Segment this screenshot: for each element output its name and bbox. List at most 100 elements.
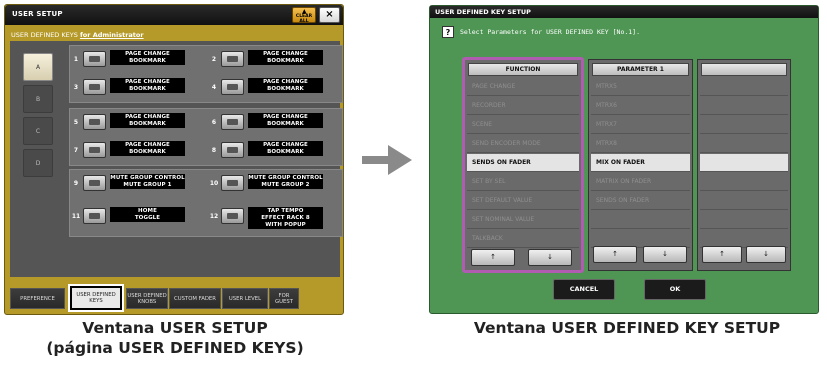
tab-for-guest[interactable]: FOR GUEST (269, 288, 299, 309)
parameter2-item[interactable] (700, 211, 788, 229)
help-icon: ? (442, 26, 454, 38)
parameter2-item[interactable] (700, 192, 788, 210)
key-number: 8 (211, 147, 217, 154)
parameter2-down-button[interactable]: ↓ (746, 246, 786, 263)
key-label-line: BOOKMARK (129, 86, 166, 92)
user-defined-key-12-button[interactable] (221, 208, 244, 224)
user-defined-key-5-label: PAGE CHANGE BOOKMARK (110, 113, 185, 128)
key-label-line: HOME (138, 208, 157, 214)
function-item[interactable]: SCENE (467, 116, 579, 134)
function-item[interactable]: SENDS ON FADER (467, 154, 579, 172)
clear-arrow-icon: ▲ (302, 8, 307, 15)
parameter1-item[interactable]: SENDS ON FADER (591, 192, 690, 210)
up-arrow-icon: ↑ (719, 250, 725, 258)
user-setup-window: USER SETUP ▲ CLEAR ALL × USER DEFINED KE… (4, 4, 344, 315)
up-arrow-icon: ↑ (612, 250, 618, 258)
parameter1-item[interactable]: MATRIX ON FADER (591, 173, 690, 191)
function-item[interactable]: TALKBACK (467, 230, 579, 248)
user-defined-key-12-label: TAP TEMPO EFFECT RACK 8 WITH POPUP (248, 207, 323, 229)
user-defined-key-1-button[interactable] (83, 51, 106, 67)
key-label-line: EFFECT RACK 8 (261, 215, 310, 221)
key-label-line: PAGE CHANGE (263, 79, 308, 85)
parameter1-empty-row (591, 211, 690, 229)
key-label-line: PAGE CHANGE (263, 51, 308, 57)
user-defined-key-6-label: PAGE CHANGE BOOKMARK (248, 113, 323, 128)
tab-preference[interactable]: PREFERENCE (10, 288, 65, 309)
key-label-line: PAGE CHANGE (125, 51, 170, 57)
parameter1-item[interactable]: MIX ON FADER (591, 154, 690, 172)
parameter2-header (701, 63, 787, 76)
key-label-line: WITH POPUP (265, 222, 306, 228)
user-defined-key-10-button[interactable] (221, 175, 244, 191)
key-setup-title: USER DEFINED KEY SETUP (435, 8, 531, 16)
parameter2-item[interactable] (700, 173, 788, 191)
user-defined-key-11-button[interactable] (83, 208, 106, 224)
user-defined-key-8-button[interactable] (221, 142, 244, 158)
right-arrow-icon (362, 145, 412, 175)
down-arrow-icon: ↓ (547, 253, 553, 261)
function-item[interactable]: SET BY SEL (467, 173, 579, 191)
tab-user-level[interactable]: USER LEVEL (222, 288, 268, 309)
key-number: 11 (71, 213, 81, 220)
page-button-c[interactable]: C (23, 117, 53, 145)
key-number: 2 (211, 56, 217, 63)
parameter1-down-button[interactable]: ↓ (643, 246, 687, 263)
key-label-line: BOOKMARK (129, 149, 166, 155)
parameter2-column: ↑ ↓ (697, 59, 791, 271)
parameter1-item[interactable]: MTRX5 (591, 78, 690, 96)
cancel-button[interactable]: CANCEL (553, 279, 615, 300)
user-defined-key-2-button[interactable] (221, 51, 244, 67)
key-setup-title-bar: USER DEFINED KEY SETUP (430, 6, 818, 18)
function-item[interactable]: PAGE CHANGE (467, 78, 579, 96)
tab-user-defined-knobs[interactable]: USER DEFINED KNOBS (126, 288, 168, 309)
parameter2-up-button[interactable]: ↑ (702, 246, 742, 263)
parameter1-item[interactable]: MTRX8 (591, 135, 690, 153)
ok-button[interactable]: OK (644, 279, 706, 300)
parameter1-up-button[interactable]: ↑ (593, 246, 637, 263)
tab-user-defined-keys[interactable]: USER DEFINED KEYS (68, 284, 124, 312)
key-label-line: PAGE CHANGE (125, 79, 170, 85)
page-button-b[interactable]: B (23, 85, 53, 113)
key-number: 10 (209, 180, 219, 187)
function-down-button[interactable]: ↓ (528, 249, 572, 266)
key-label-line: BOOKMARK (267, 149, 304, 155)
key-number: 12 (209, 213, 219, 220)
parameter1-item[interactable]: MTRX7 (591, 116, 690, 134)
key-label-line: PAGE CHANGE (125, 114, 170, 120)
function-up-button[interactable]: ↑ (471, 249, 515, 266)
user-defined-key-7-button[interactable] (83, 142, 106, 158)
function-item[interactable]: RECORDER (467, 97, 579, 115)
function-item[interactable]: SEND ENCODER MODE (467, 135, 579, 153)
user-defined-key-4-button[interactable] (221, 79, 244, 95)
tab-custom-fader[interactable]: CUSTOM FADER (169, 288, 221, 309)
parameter2-item[interactable] (700, 97, 788, 115)
key-number: 1 (73, 56, 79, 63)
down-arrow-icon: ↓ (763, 250, 769, 258)
key-number: 9 (73, 180, 79, 187)
function-item[interactable]: SET NOMINAL VALUE (467, 211, 579, 229)
key-label-line: PAGE CHANGE (263, 142, 308, 148)
key-label-line: MUTE GROUP CONTROL (110, 175, 185, 181)
parameter2-item[interactable] (700, 135, 788, 153)
clear-all-button[interactable]: ▲ CLEAR ALL (292, 7, 316, 23)
key-label-line: BOOKMARK (267, 121, 304, 127)
user-defined-key-11-label: HOME TOGGLE (110, 207, 185, 222)
user-defined-key-6-button[interactable] (221, 114, 244, 130)
user-defined-key-9-button[interactable] (83, 175, 106, 191)
keys-panel: ABCD 1 PAGE CHANGE BOOKMARK 2 PAGE CHANGE BOO… (10, 41, 343, 277)
parameter2-item[interactable] (700, 154, 788, 172)
close-button[interactable]: × (319, 7, 340, 23)
parameter1-item[interactable]: MTRX6 (591, 97, 690, 115)
up-arrow-icon: ↑ (490, 253, 496, 261)
parameter2-item[interactable] (700, 78, 788, 96)
user-defined-key-3-button[interactable] (83, 79, 106, 95)
page-button-d[interactable]: D (23, 149, 53, 177)
key-group-2: 5 PAGE CHANGE BOOKMARK 6 PAGE CHANGE BOOKMARK… (69, 108, 343, 166)
function-item[interactable]: SET DEFAULT VALUE (467, 192, 579, 210)
parameter2-item[interactable] (700, 116, 788, 134)
user-defined-key-9-label: MUTE GROUP CONTROL MUTE GROUP 1 (110, 174, 185, 189)
user-defined-key-10-label: MUTE GROUP CONTROL MUTE GROUP 2 (248, 174, 323, 189)
page-button-a[interactable]: A (23, 53, 53, 81)
user-defined-key-5-button[interactable] (83, 114, 106, 130)
key-group-3: 9 MUTE GROUP CONTROL MUTE GROUP 1 10 MUTE GR… (69, 169, 343, 237)
